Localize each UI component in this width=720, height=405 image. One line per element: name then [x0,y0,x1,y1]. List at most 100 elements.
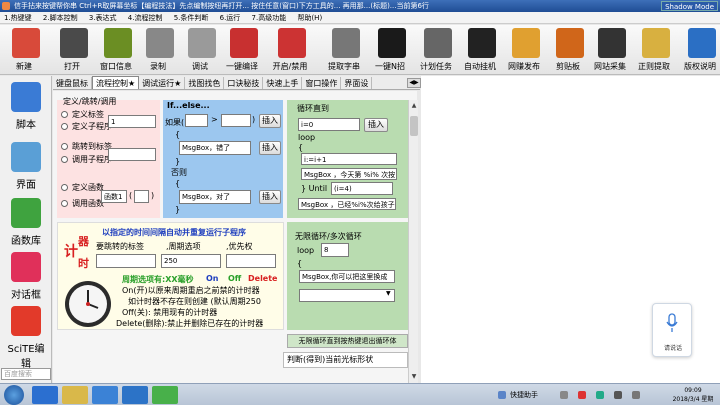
menu-item-advanced[interactable]: 7.高级功能 [252,12,287,24]
quick-helper-label[interactable]: 快捷助手 [510,390,538,400]
network-icon[interactable] [92,386,118,404]
else-insert-button[interactable]: 插入 [259,190,281,204]
toolbar-button-5[interactable]: 一键编译 [218,25,266,75]
toolbar-button-4[interactable]: 调试 [176,25,224,75]
tab-find-image[interactable]: 找图找色 [185,77,225,89]
toolbar-button-3[interactable]: 录制 [134,25,182,75]
define-func-radio[interactable] [61,184,68,191]
loop-init-input[interactable]: i=0 [298,118,360,131]
function-args-input[interactable] [134,190,149,203]
jump-target-input[interactable] [108,148,156,161]
tray-icon-4[interactable] [596,391,604,399]
tray-icon-2[interactable] [560,391,568,399]
shadow-mode-badge[interactable]: Shadow Mode [661,1,718,11]
toolbar-button-15[interactable]: 版权说明 [676,25,720,75]
chevron-down-icon[interactable]: ▼ [386,290,391,297]
toolbar-button-2[interactable]: 窗口信息 [92,25,140,75]
menu-item-script[interactable]: 2.脚本控制 [43,12,78,24]
if-right-operand-input[interactable] [221,114,251,127]
cursor-shape-status[interactable]: 判断(得到)当前光标形状 [283,352,408,368]
ie-icon[interactable] [32,386,58,404]
vertical-scrollbar[interactable]: ▲ ▼ [408,100,418,383]
until-condition-input[interactable]: (i=4) [331,182,393,195]
if-left-operand-input[interactable] [185,114,208,127]
menu-item-hotkeys[interactable]: 1.热键键 [4,12,32,24]
infinite-loop-select[interactable] [299,289,395,302]
toolbar-button-7[interactable]: 提取字串 [320,25,368,75]
tray-icon-1[interactable] [498,391,506,399]
tray-icon-3[interactable] [578,391,586,399]
call-func-radio[interactable] [61,200,68,207]
loop-count-input[interactable]: 8 [321,243,349,257]
if-then-msg-input[interactable]: MsgBox，错了 [179,141,251,155]
script-button[interactable]: 脚本 [3,82,49,134]
loop-message-input[interactable]: MsgBox ，今天第 %i% 次按 [301,168,397,180]
function-name-input[interactable]: 函数1 [101,190,127,203]
define-label-radio[interactable] [61,111,68,118]
toolbar-button-1[interactable]: 打开 [48,25,96,75]
toolbar-button-label: 剪贴板 [556,62,580,71]
loop-until-panel: 循环直到 i=0 插入 loop { i:=i+1 MsgBox ，今天第 %i… [287,100,408,218]
loop-end-message-input[interactable]: MsgBox ，已经%i%次给孩子0 [298,198,396,210]
taskbar-clock[interactable]: 09:09 2018/3/4 星期日 [670,386,716,405]
toolbar-button-11[interactable]: 网赚发布 [500,25,548,75]
label-name-input[interactable]: 1 [108,115,156,128]
call-sub-radio[interactable] [61,156,68,163]
define-sub-radio[interactable] [61,123,68,130]
if-insert-button[interactable]: 插入 [259,114,281,128]
toolbar-button-6[interactable]: 开启/禁用 [266,25,314,75]
menu-item-run[interactable]: 6.运行 [220,12,241,24]
tab-ui-design[interactable]: 界面设 [341,77,373,89]
tab-tips[interactable]: 口诀秘技 [224,77,264,89]
timer-target-input[interactable] [96,254,156,268]
menu-item-flow[interactable]: 4.流程控制 [128,12,163,24]
toolbar-button-0[interactable]: 新建 [0,25,48,75]
scroll-down-icon[interactable]: ▼ [410,373,418,381]
tab-window-ops[interactable]: 窗口操作 [302,77,342,89]
toolbar-button-14[interactable]: 正则提取 [630,25,678,75]
loop-increment-input[interactable]: i:=i+1 [301,153,397,165]
toolbar-button-10[interactable]: 自动挂机 [456,25,504,75]
func-paren-open: ( [129,191,133,200]
then-insert-button[interactable]: 插入 [259,141,281,155]
timer-on-option[interactable]: On [206,274,219,283]
voice-widget[interactable]: 请说话 [652,303,692,357]
volume-icon[interactable] [632,391,640,399]
dialog-button[interactable]: 对话框 [3,252,49,304]
folder-icon[interactable] [62,386,88,404]
network-tray-icon[interactable] [614,391,622,399]
timer-off-option[interactable]: Off [228,274,241,283]
timer-period-input[interactable]: 250 [161,254,221,268]
timer-delete-option[interactable]: Delete [248,274,277,283]
left-search-input[interactable]: 百度搜索 [1,368,51,380]
toolbar-button-12[interactable]: 剪贴板 [544,25,592,75]
scroll-up-icon[interactable]: ▲ [410,102,418,110]
loop-insert-button[interactable]: 插入 [364,118,388,132]
toolbar-button-13[interactable]: 网站采集 [586,25,634,75]
infinite-loop-msg-input[interactable]: MsgBox,你可以把这里换成 [299,270,395,283]
menu-item-help[interactable]: 帮助(H) [297,12,322,24]
tab-quickstart[interactable]: 快速上手 [263,77,303,89]
app-icon-1[interactable] [122,386,148,404]
menu-item-condition[interactable]: 5.条件判断 [174,12,209,24]
tab-scroll-arrows[interactable]: ◀▶ [407,78,421,88]
tab-keyboard-mouse[interactable]: 键盘鼠标 [53,77,92,89]
if-brace-open: { [175,130,181,139]
scroll-thumb[interactable] [410,116,418,136]
function-library-button[interactable]: 函数库 [3,198,49,250]
menu-item-expression[interactable]: 3.表达式 [89,12,117,24]
toolbar-button-8[interactable]: 一键N招 [366,25,414,75]
jump-label-radio[interactable] [61,143,68,150]
start-button[interactable] [4,385,24,405]
app-icon-2[interactable] [152,386,178,404]
toolbar-button-label: 窗口信息 [100,62,132,71]
else-msg-input[interactable]: MsgBox，对了 [179,190,251,204]
timer-priority-input[interactable] [226,254,276,268]
hotkey-loop-bar[interactable]: 无限循环直到按热键退出循环体 [287,334,408,348]
scite-button[interactable]: SciTE编辑 [3,306,49,370]
tab-flow-control[interactable]: 流程控制★ [92,76,140,89]
ui-button[interactable]: 界面 [3,142,49,194]
tab-debug-run[interactable]: 调试运行★ [139,77,186,89]
toolbar-button-9[interactable]: 计划任务 [412,25,460,75]
if-brace-close: } [175,157,181,166]
